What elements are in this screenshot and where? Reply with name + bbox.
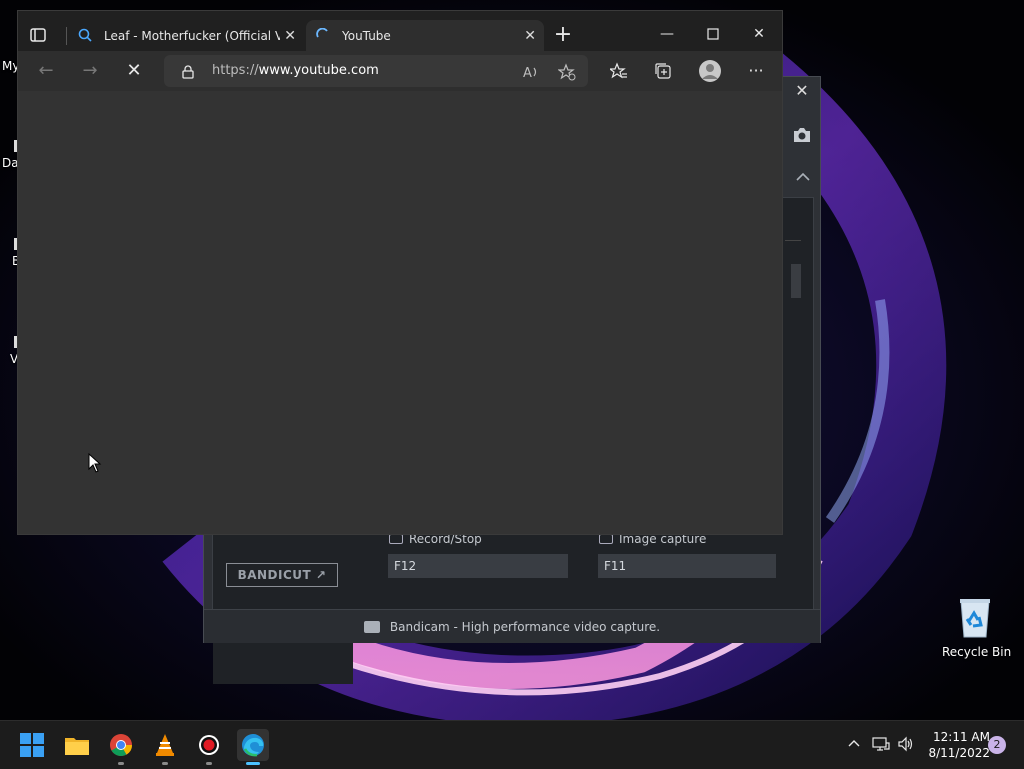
bandicam-status-bar: Bandicam - High performance video captur… (204, 609, 820, 643)
notification-badge[interactable]: 2 (988, 736, 1006, 754)
bandicam-button[interactable] (193, 729, 225, 765)
search-icon (78, 28, 96, 45)
more-menu-button[interactable]: ··· (744, 59, 768, 83)
scroll-indicator (791, 264, 801, 298)
start-icon (20, 733, 44, 757)
edge-icon (242, 734, 264, 757)
hotkey-capture-field[interactable]: F11 (598, 554, 776, 578)
divider (785, 240, 801, 241)
address-bar[interactable]: https://www.youtube.com A (164, 55, 588, 87)
new-tab-button[interactable]: + (553, 24, 573, 46)
clock-time: 12:11 AM (933, 730, 990, 744)
collections-icon[interactable] (654, 62, 672, 80)
running-indicator (118, 762, 124, 765)
close-window-button[interactable]: ✕ (736, 21, 782, 47)
add-favorite-icon[interactable] (557, 63, 576, 81)
start-button[interactable] (16, 729, 48, 761)
tab-separator (66, 27, 67, 45)
url-host: www.youtube.com (258, 63, 379, 78)
url-text: https://www.youtube.com (212, 55, 379, 87)
chrome-button[interactable] (105, 729, 137, 765)
tab-leaf-video[interactable]: Leaf - Motherfucker (Official Vide ✕ (72, 20, 304, 52)
running-indicator (206, 762, 212, 765)
maximize-button[interactable] (690, 21, 736, 47)
keyboard-icon (389, 534, 403, 544)
running-indicator (246, 762, 260, 765)
camera-icon[interactable] (792, 127, 812, 143)
hotkey-record-field[interactable]: F12 (388, 554, 568, 578)
loading-spinner-icon (316, 27, 334, 45)
favorites-icon[interactable] (608, 62, 628, 80)
clock-date: 8/11/2022 (928, 746, 990, 760)
recycle-bin-label: Recycle Bin (942, 645, 1012, 659)
browser-toolbar: ← → ✕ https://www.youtube.com A ··· (18, 51, 782, 91)
chevron-up-icon[interactable] (845, 735, 863, 753)
tab-title: YouTube (342, 29, 391, 43)
recycle-bin[interactable]: Recycle Bin (942, 597, 1012, 659)
url-scheme: https:// (212, 63, 259, 78)
lock-icon[interactable] (182, 65, 194, 79)
read-aloud-icon[interactable]: A (522, 63, 540, 81)
taskbar: 12:11 AM 8/11/2022 (0, 720, 1024, 769)
profile-avatar-icon[interactable] (698, 59, 722, 83)
stop-loading-button[interactable]: ✕ (122, 59, 146, 83)
running-indicator (162, 762, 168, 765)
tab-title: Leaf - Motherfucker (Official Vide (104, 29, 280, 43)
svg-text:A: A (523, 66, 532, 81)
edge-window: Leaf - Motherfucker (Official Vide ✕ You… (17, 10, 783, 535)
vlc-icon (156, 734, 174, 756)
bandicam-status-text: Bandicam - High performance video captur… (389, 619, 661, 634)
bandicut-button[interactable]: BANDICUT ↗ (226, 563, 338, 587)
vlc-button[interactable] (149, 729, 181, 765)
chevron-up-icon[interactable] (794, 170, 812, 184)
chrome-icon (110, 734, 132, 756)
tab-actions-icon[interactable] (28, 25, 48, 45)
forward-button[interactable]: → (78, 59, 102, 83)
mouse-cursor-icon (88, 452, 102, 473)
file-explorer-icon (65, 738, 89, 755)
edge-button[interactable] (237, 729, 269, 765)
back-button[interactable]: ← (34, 59, 58, 83)
volume-icon[interactable] (897, 735, 915, 753)
recycle-bin-icon (957, 597, 993, 639)
bandicam-icon (199, 735, 219, 755)
keyboard-icon (599, 534, 613, 544)
system-clock[interactable]: 12:11 AM 8/11/2022 (924, 729, 990, 761)
page-content-area[interactable] (18, 91, 782, 534)
tab-youtube[interactable]: YouTube ✕ (306, 20, 544, 52)
close-tab-icon[interactable]: ✕ (284, 28, 296, 44)
file-explorer-button[interactable] (61, 729, 93, 761)
minimize-button[interactable]: — (644, 21, 690, 47)
chat-icon (363, 620, 380, 633)
network-icon[interactable] (872, 735, 890, 753)
close-tab-icon[interactable]: ✕ (524, 28, 536, 44)
bandicam-close-button[interactable]: ✕ (792, 81, 812, 101)
